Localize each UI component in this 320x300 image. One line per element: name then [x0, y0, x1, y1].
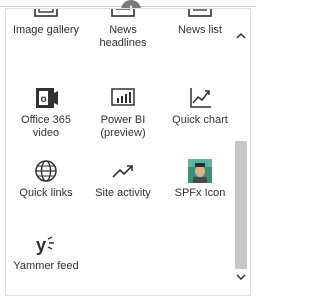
tile-office-365-video[interactable]: o Office 365 video [8, 85, 84, 140]
yammer-icon: y [36, 235, 54, 255]
tile-power-bi[interactable]: Power BI (preview) [85, 85, 161, 140]
tile-site-activity[interactable]: Site activity [85, 158, 161, 200]
image-gallery-icon [34, 9, 58, 17]
tile-label: News headlines [99, 24, 147, 49]
tile-label: Yammer feed [13, 260, 79, 272]
tile-quick-links[interactable]: Quick links [8, 158, 84, 200]
news-list-icon [188, 9, 212, 17]
tile-image-gallery[interactable]: Image gallery [8, 9, 84, 37]
office-365-video-icon: o [36, 88, 58, 108]
chevron-up-icon[interactable] [236, 31, 246, 41]
globe-icon [35, 160, 57, 182]
webpart-toolbox-panel: Image gallery News headlines News list o… [5, 8, 251, 296]
quick-chart-icon [190, 88, 211, 108]
tile-news-list[interactable]: News list [162, 9, 238, 37]
webpart-grid: Image gallery News headlines News list o… [6, 9, 232, 295]
svg-text:y: y [36, 235, 46, 255]
tile-yammer-feed[interactable]: y Yammer feed [8, 231, 84, 273]
chevron-down-icon[interactable] [236, 272, 246, 282]
tile-label: News list [177, 24, 222, 36]
power-bi-icon [111, 88, 135, 106]
tile-news-headlines[interactable]: News headlines [85, 9, 161, 50]
tile-label: Site activity [95, 187, 151, 199]
tile-label: Quick chart [172, 114, 228, 126]
vertical-scrollbar[interactable] [233, 9, 250, 295]
svg-text:o: o [41, 94, 47, 105]
news-headlines-icon [111, 9, 135, 17]
tile-spfx-icon[interactable]: SPFx Icon [162, 158, 238, 200]
tile-label: Image gallery [12, 24, 80, 36]
tile-label: Office 365 video [21, 114, 71, 139]
tile-label: Power BI (preview) [100, 114, 146, 139]
scrollbar-thumb[interactable] [235, 141, 247, 269]
activity-icon [112, 165, 133, 178]
spfx-icon-image [188, 159, 212, 183]
tile-label: Quick links [19, 187, 73, 199]
tile-quick-chart[interactable]: Quick chart [162, 85, 238, 127]
tile-label: SPFx Icon [174, 187, 226, 199]
